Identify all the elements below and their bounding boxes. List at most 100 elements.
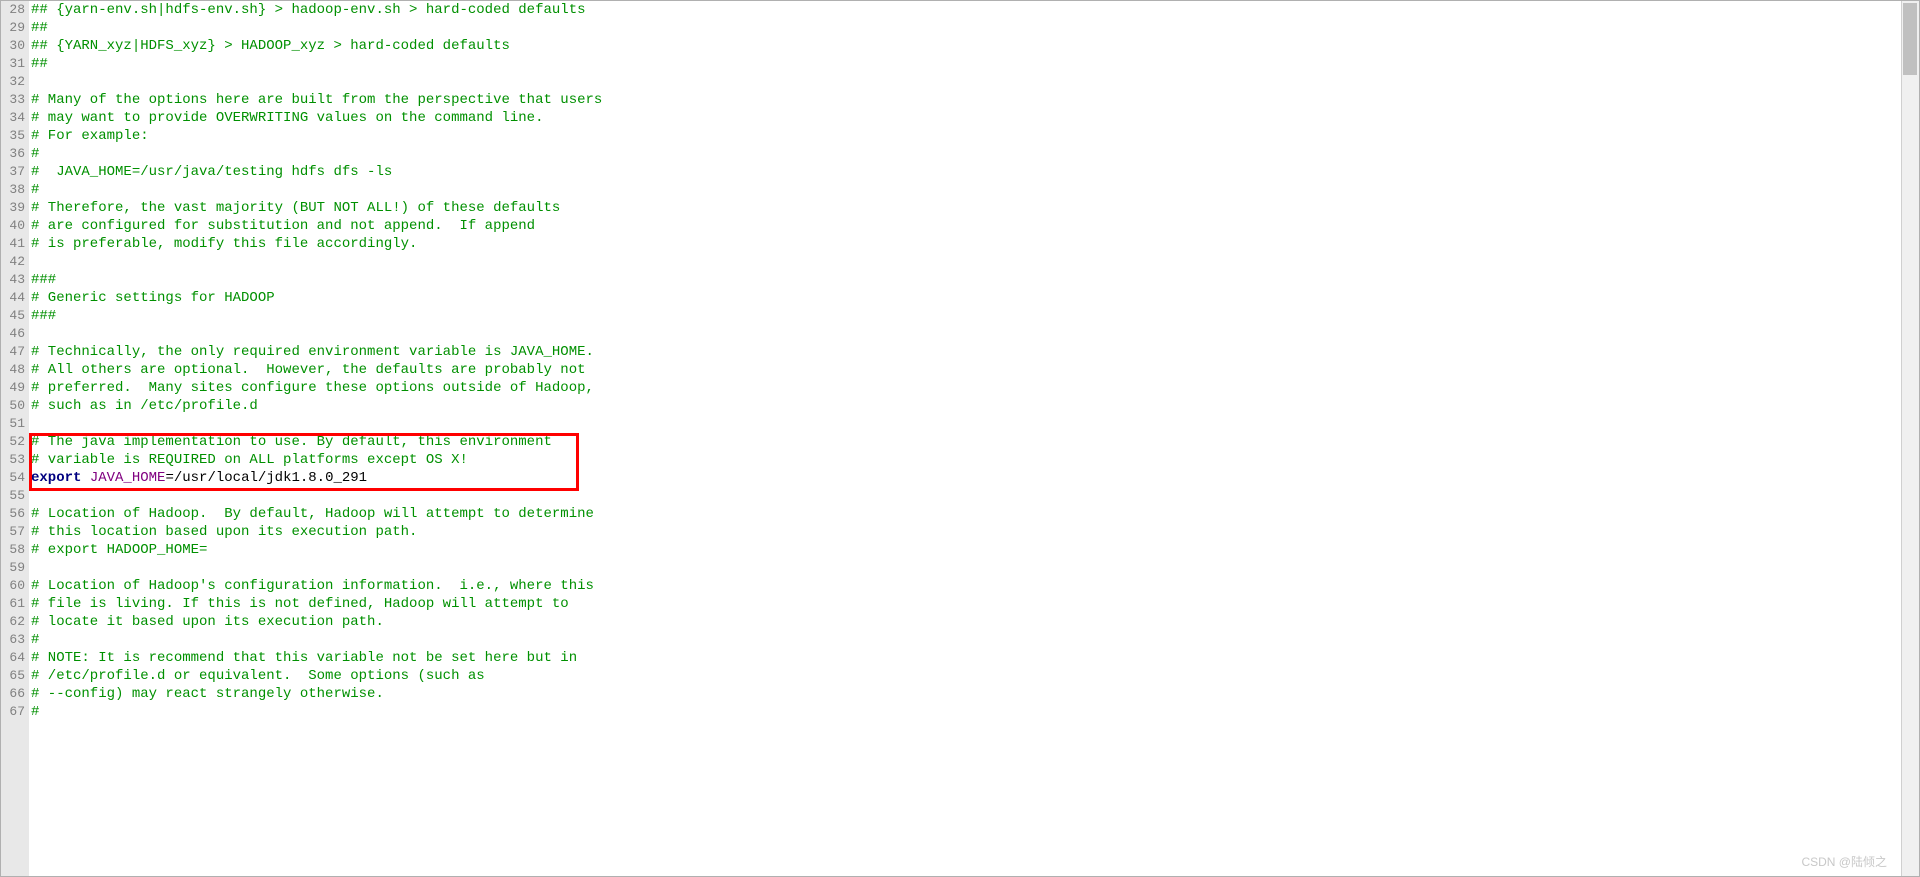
code-line[interactable]: # Location of Hadoop. By default, Hadoop…: [29, 505, 1919, 523]
code-line[interactable]: [29, 325, 1919, 343]
code-token: # variable is REQUIRED on ALL platforms …: [31, 452, 468, 468]
code-line[interactable]: # export HADOOP_HOME=: [29, 541, 1919, 559]
line-number: 50: [3, 397, 25, 415]
code-line[interactable]: # is preferable, modify this file accord…: [29, 235, 1919, 253]
code-line[interactable]: # All others are optional. However, the …: [29, 361, 1919, 379]
line-number: 32: [3, 73, 25, 91]
line-number: 43: [3, 271, 25, 289]
scrollbar-thumb[interactable]: [1903, 3, 1917, 75]
code-line[interactable]: # JAVA_HOME=/usr/java/testing hdfs dfs -…: [29, 163, 1919, 181]
line-number: 53: [3, 451, 25, 469]
code-line[interactable]: # such as in /etc/profile.d: [29, 397, 1919, 415]
code-token: # --config) may react strangely otherwis…: [31, 686, 384, 702]
code-token: # such as in /etc/profile.d: [31, 398, 258, 414]
line-number: 48: [3, 361, 25, 379]
line-number: 66: [3, 685, 25, 703]
line-number: 44: [3, 289, 25, 307]
code-line[interactable]: # are configured for substitution and no…: [29, 217, 1919, 235]
code-token: # preferred. Many sites configure these …: [31, 380, 594, 396]
line-number: 34: [3, 109, 25, 127]
code-token: ## {YARN_xyz|HDFS_xyz} > HADOOP_xyz > ha…: [31, 38, 510, 54]
line-number: 64: [3, 649, 25, 667]
line-number: 56: [3, 505, 25, 523]
code-line[interactable]: # locate it based upon its execution pat…: [29, 613, 1919, 631]
line-number: 33: [3, 91, 25, 109]
code-token: ###: [31, 272, 56, 288]
code-token: # JAVA_HOME=/usr/java/testing hdfs dfs -…: [31, 164, 392, 180]
line-number: 45: [3, 307, 25, 325]
line-number: 54: [3, 469, 25, 487]
line-number: 39: [3, 199, 25, 217]
code-line[interactable]: #: [29, 703, 1919, 721]
code-line[interactable]: [29, 253, 1919, 271]
code-token: # is preferable, modify this file accord…: [31, 236, 417, 252]
line-number: 36: [3, 145, 25, 163]
code-line[interactable]: #: [29, 145, 1919, 163]
line-number: 49: [3, 379, 25, 397]
line-number: 31: [3, 55, 25, 73]
code-token: # Therefore, the vast majority (BUT NOT …: [31, 200, 560, 216]
code-line[interactable]: # Therefore, the vast majority (BUT NOT …: [29, 199, 1919, 217]
code-line[interactable]: [29, 487, 1919, 505]
code-line[interactable]: # Generic settings for HADOOP: [29, 289, 1919, 307]
code-line[interactable]: ###: [29, 271, 1919, 289]
code-line[interactable]: # The java implementation to use. By def…: [29, 433, 1919, 451]
line-number: 63: [3, 631, 25, 649]
scrollbar-track[interactable]: [1901, 1, 1919, 876]
code-token: JAVA_HOME: [90, 470, 166, 486]
code-token: # Technically, the only required environ…: [31, 344, 594, 360]
code-token: # The java implementation to use. By def…: [31, 434, 552, 450]
code-line[interactable]: #: [29, 181, 1919, 199]
line-number: 47: [3, 343, 25, 361]
code-line[interactable]: # Many of the options here are built fro…: [29, 91, 1919, 109]
code-line[interactable]: ## {yarn-env.sh|hdfs-env.sh} > hadoop-en…: [29, 1, 1919, 19]
line-number: 42: [3, 253, 25, 271]
code-line[interactable]: ###: [29, 307, 1919, 325]
code-line[interactable]: # preferred. Many sites configure these …: [29, 379, 1919, 397]
line-number: 58: [3, 541, 25, 559]
code-line[interactable]: ##: [29, 55, 1919, 73]
line-number: 51: [3, 415, 25, 433]
code-token: export: [31, 470, 81, 486]
line-number: 60: [3, 577, 25, 595]
code-token: ##: [31, 20, 48, 36]
code-token: # file is living. If this is not defined…: [31, 596, 569, 612]
code-line[interactable]: # Technically, the only required environ…: [29, 343, 1919, 361]
code-line[interactable]: [29, 415, 1919, 433]
code-content-area[interactable]: ## {yarn-env.sh|hdfs-env.sh} > hadoop-en…: [29, 1, 1919, 876]
line-number: 65: [3, 667, 25, 685]
code-line[interactable]: # Location of Hadoop's configuration inf…: [29, 577, 1919, 595]
line-number: 52: [3, 433, 25, 451]
code-line[interactable]: ##: [29, 19, 1919, 37]
code-line[interactable]: # variable is REQUIRED on ALL platforms …: [29, 451, 1919, 469]
line-number: 30: [3, 37, 25, 55]
code-line[interactable]: [29, 559, 1919, 577]
code-line[interactable]: # this location based upon its execution…: [29, 523, 1919, 541]
code-token: # Location of Hadoop's configuration inf…: [31, 578, 594, 594]
code-token: # may want to provide OVERWRITING values…: [31, 110, 543, 126]
code-line[interactable]: [29, 73, 1919, 91]
code-line[interactable]: ## {YARN_xyz|HDFS_xyz} > HADOOP_xyz > ha…: [29, 37, 1919, 55]
code-line[interactable]: # may want to provide OVERWRITING values…: [29, 109, 1919, 127]
line-number: 57: [3, 523, 25, 541]
code-token: =/usr/local/jdk1.8.0_291: [165, 470, 367, 486]
line-number: 37: [3, 163, 25, 181]
code-line[interactable]: # NOTE: It is recommend that this variab…: [29, 649, 1919, 667]
line-number-gutter: 2829303132333435363738394041424344454647…: [1, 1, 29, 876]
code-line[interactable]: # --config) may react strangely otherwis…: [29, 685, 1919, 703]
code-line[interactable]: #: [29, 631, 1919, 649]
code-line[interactable]: # /etc/profile.d or equivalent. Some opt…: [29, 667, 1919, 685]
code-token: # Many of the options here are built fro…: [31, 92, 602, 108]
code-token: # are configured for substitution and no…: [31, 218, 535, 234]
line-number: 61: [3, 595, 25, 613]
code-token: # Location of Hadoop. By default, Hadoop…: [31, 506, 594, 522]
watermark: CSDN @陆倾之: [1801, 853, 1887, 870]
line-number: 62: [3, 613, 25, 631]
code-line[interactable]: export JAVA_HOME=/usr/local/jdk1.8.0_291: [29, 469, 1919, 487]
line-number: 35: [3, 127, 25, 145]
code-line[interactable]: # For example:: [29, 127, 1919, 145]
code-editor: 2829303132333435363738394041424344454647…: [0, 0, 1920, 877]
code-line[interactable]: # file is living. If this is not defined…: [29, 595, 1919, 613]
line-number: 55: [3, 487, 25, 505]
code-token: #: [31, 182, 39, 198]
